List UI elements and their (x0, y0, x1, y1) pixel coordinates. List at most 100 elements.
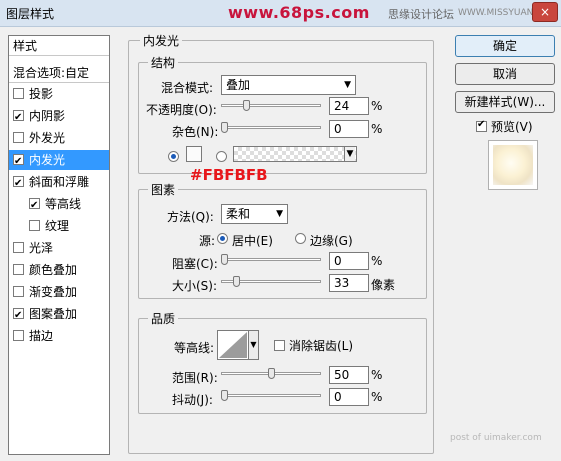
noise-slider-thumb[interactable] (221, 122, 228, 133)
contour-label: 等高线: (174, 341, 215, 355)
style-item-checkbox[interactable] (13, 174, 24, 194)
style-preview-thumbnail (488, 140, 538, 190)
style-item-checkbox[interactable] (13, 264, 24, 275)
style-item-label: 纹理 (45, 219, 70, 233)
chevron-down-icon[interactable]: ▼ (344, 147, 355, 161)
style-item[interactable]: 描边 (9, 326, 109, 346)
style-item-label: 内阴影 (29, 109, 66, 123)
range-slider-thumb[interactable] (268, 368, 275, 379)
cancel-button[interactable]: 取消 (455, 63, 555, 85)
method-select[interactable]: 柔和 ▼ (221, 204, 288, 224)
style-item-label: 描边 (29, 329, 54, 343)
blend-options-label: 混合选项:自定 (13, 66, 90, 80)
close-button[interactable]: × (532, 2, 558, 22)
style-item-label: 颜色叠加 (29, 263, 78, 277)
style-item-checkbox[interactable] (29, 220, 40, 231)
range-slider[interactable] (221, 367, 321, 383)
source-edge-radio[interactable] (295, 233, 306, 244)
size-unit: 像素 (371, 278, 396, 292)
chevron-down-icon[interactable]: ▼ (249, 330, 259, 360)
style-item-checkbox[interactable] (29, 196, 40, 216)
antialias-checkbox[interactable] (274, 340, 285, 351)
jitter-label: 抖动(J): (172, 393, 213, 407)
gradient-picker[interactable]: ▼ (233, 146, 357, 162)
watermark-cn: 思缘设计论坛 (388, 8, 454, 21)
blend-options-item[interactable]: 混合选项:自定 (9, 63, 109, 83)
style-item-label: 外发光 (29, 131, 66, 145)
noise-unit: % (371, 122, 383, 136)
range-label: 范围(R): (172, 371, 218, 385)
style-item[interactable]: 投影 (9, 84, 109, 104)
choke-label: 阻塞(C): (172, 257, 218, 271)
style-item-checkbox[interactable] (13, 242, 24, 253)
style-item[interactable]: 图案叠加 (9, 304, 109, 326)
opacity-slider[interactable] (221, 99, 321, 115)
new-style-button[interactable]: 新建样式(W)... (455, 91, 555, 113)
blend-mode-select[interactable]: 叠加 ▼ (221, 75, 356, 95)
style-item-checkbox[interactable] (13, 286, 24, 297)
method-value: 柔和 (226, 207, 251, 221)
color-value-annotation: #FBFBFB (190, 166, 268, 184)
style-item-checkbox[interactable] (13, 330, 24, 341)
contour-thumbnail[interactable] (217, 330, 249, 360)
color-mode-radio[interactable] (168, 151, 179, 162)
choke-input[interactable]: 0 (329, 252, 369, 270)
blend-mode-label: 混合模式: (161, 81, 214, 95)
style-item-checkbox[interactable] (13, 108, 24, 128)
style-item-label: 投影 (29, 87, 54, 101)
ok-button[interactable]: 确定 (455, 35, 555, 57)
gradient-mode-radio[interactable] (216, 151, 227, 162)
source-center-radio[interactable] (217, 233, 228, 244)
opacity-unit: % (371, 99, 383, 113)
range-input[interactable]: 50 (329, 366, 369, 384)
style-item[interactable]: 外发光 (9, 128, 109, 148)
jitter-slider-track (221, 394, 321, 397)
quality-title: 品质 (148, 310, 179, 327)
style-item-checkbox[interactable] (13, 88, 24, 99)
chevron-down-icon: ▼ (276, 209, 283, 219)
choke-slider-thumb[interactable] (221, 254, 228, 265)
footer-watermark: post of uimaker.com (450, 433, 542, 443)
method-label: 方法(Q): (167, 210, 214, 224)
style-item-label: 内发光 (29, 153, 66, 167)
styles-header[interactable]: 样式 (9, 36, 109, 56)
style-item[interactable]: 渐变叠加 (9, 282, 109, 302)
preview-checkbox[interactable] (476, 119, 487, 132)
site-watermark: www.68ps.com (228, 3, 370, 22)
contour-curve-icon (219, 332, 247, 358)
size-input[interactable]: 33 (329, 274, 369, 292)
style-item[interactable]: 纹理 (9, 216, 109, 236)
opacity-input[interactable]: 24 (329, 97, 369, 115)
style-item-checkbox[interactable] (13, 132, 24, 143)
title-bar: 图层样式 www.68ps.com 思缘设计论坛 WWW.MISSYUAN.CO… (0, 0, 561, 27)
size-slider-thumb[interactable] (233, 276, 240, 287)
opacity-slider-track (221, 104, 321, 107)
style-item-checkbox[interactable] (13, 306, 24, 326)
jitter-slider-thumb[interactable] (221, 390, 228, 401)
jitter-slider[interactable] (221, 389, 321, 405)
style-item-label: 渐变叠加 (29, 285, 78, 299)
styles-header-label: 样式 (13, 39, 38, 53)
jitter-unit: % (371, 390, 383, 404)
styles-panel: 样式 混合选项:自定 投影内阴影外发光内发光斜面和浮雕等高线纹理光泽颜色叠加渐变… (8, 35, 110, 455)
choke-slider[interactable] (221, 253, 321, 269)
style-item[interactable]: 斜面和浮雕 (9, 172, 109, 194)
noise-slider[interactable] (221, 121, 321, 137)
range-unit: % (371, 368, 383, 382)
size-label: 大小(S): (172, 279, 218, 293)
style-item[interactable]: 颜色叠加 (9, 260, 109, 280)
style-item[interactable]: 光泽 (9, 238, 109, 258)
preview-label: 预览(V) (491, 120, 533, 134)
opacity-slider-thumb[interactable] (243, 100, 250, 111)
style-item[interactable]: 等高线 (9, 194, 109, 216)
style-item[interactable]: 内发光 (9, 150, 109, 172)
noise-label: 杂色(N): (172, 125, 219, 139)
size-slider[interactable] (221, 275, 321, 291)
noise-input[interactable]: 0 (329, 120, 369, 138)
jitter-input[interactable]: 0 (329, 388, 369, 406)
inner-glow-title: 内发光 (140, 32, 183, 49)
style-item[interactable]: 内阴影 (9, 106, 109, 128)
glow-color-swatch[interactable] (186, 146, 202, 162)
elements-title: 图素 (148, 181, 179, 198)
style-item-checkbox[interactable] (13, 152, 24, 172)
